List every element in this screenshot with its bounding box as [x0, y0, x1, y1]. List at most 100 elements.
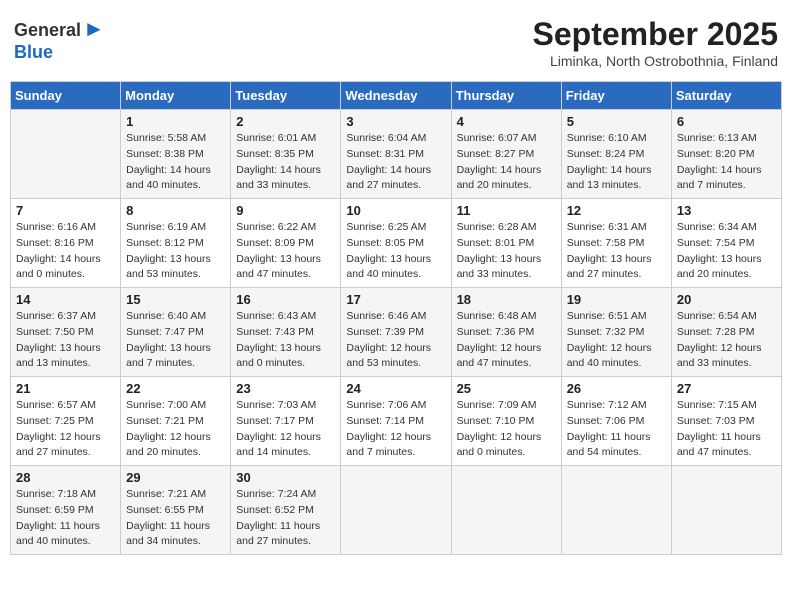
calendar-cell: 16Sunrise: 6:43 AM Sunset: 7:43 PM Dayli…	[231, 288, 341, 377]
calendar-cell: 28 Sunrise: 7:18 AM Sunset: 6:59 PM Dayli…	[11, 466, 121, 555]
day-number: 6	[677, 114, 776, 129]
day-info: Sunrise: 6:13 AM Sunset: 8:20 PM Dayligh…	[677, 131, 776, 194]
calendar-cell: 1 Sunrise: 5:58 AM Sunset: 8:38 PM Daylig…	[121, 110, 231, 199]
day-info: Sunrise: 6:22 AM Sunset: 8:09 PM Dayligh…	[236, 220, 335, 283]
calendar-cell: 2 Sunrise: 6:01 AM Sunset: 8:35 PM Daylig…	[231, 110, 341, 199]
calendar-cell: 14Sunrise: 6:37 AM Sunset: 7:50 PM Dayli…	[11, 288, 121, 377]
weekday-header-saturday: Saturday	[671, 82, 781, 110]
calendar-cell: 7 Sunrise: 6:16 AM Sunset: 8:16 PM Daylig…	[11, 199, 121, 288]
calendar-cell: 18 Sunrise: 6:48 AM Sunset: 7:36 PM Dayli…	[451, 288, 561, 377]
day-number: 18	[457, 292, 556, 307]
day-number: 21	[16, 381, 115, 396]
day-number: 4	[457, 114, 556, 129]
day-number: 19	[567, 292, 666, 307]
calendar-week-5: 28 Sunrise: 7:18 AM Sunset: 6:59 PM Dayli…	[11, 466, 782, 555]
day-info: Sunrise: 6:10 AM Sunset: 8:24 PM Dayligh…	[567, 131, 666, 194]
day-number: 11	[457, 203, 556, 218]
day-number: 7	[16, 203, 115, 218]
day-info: Sunrise: 6:01 AM Sunset: 8:35 PM Dayligh…	[236, 131, 335, 194]
day-number: 24	[346, 381, 445, 396]
day-number: 9	[236, 203, 335, 218]
day-info: Sunrise: 6:48 AM Sunset: 7:36 PM Dayligh…	[457, 309, 556, 372]
calendar-cell	[561, 466, 671, 555]
day-info: Sunrise: 6:51 AM Sunset: 7:32 PM Dayligh…	[567, 309, 666, 372]
calendar-week-2: 7 Sunrise: 6:16 AM Sunset: 8:16 PM Daylig…	[11, 199, 782, 288]
day-number: 17	[346, 292, 445, 307]
logo-general: General	[14, 20, 81, 40]
calendar-cell: 25 Sunrise: 7:09 AM Sunset: 7:10 PM Dayli…	[451, 377, 561, 466]
location-title: Liminka, North Ostrobothnia, Finland	[533, 53, 778, 69]
day-number: 8	[126, 203, 225, 218]
day-info: Sunrise: 7:18 AM Sunset: 6:59 PM Dayligh…	[16, 487, 115, 550]
day-info: Sunrise: 7:03 AM Sunset: 7:17 PM Dayligh…	[236, 398, 335, 461]
calendar-week-3: 14Sunrise: 6:37 AM Sunset: 7:50 PM Dayli…	[11, 288, 782, 377]
calendar-cell: 15 Sunrise: 6:40 AM Sunset: 7:47 PM Dayli…	[121, 288, 231, 377]
day-info: Sunrise: 6:07 AM Sunset: 8:27 PM Dayligh…	[457, 131, 556, 194]
day-number: 15	[126, 292, 225, 307]
title-block: September 2025 Liminka, North Ostrobothn…	[533, 16, 778, 69]
day-number: 3	[346, 114, 445, 129]
calendar-cell	[11, 110, 121, 199]
page-header: General► Blue September 2025 Liminka, No…	[10, 10, 782, 75]
day-info: Sunrise: 6:31 AM Sunset: 7:58 PM Dayligh…	[567, 220, 666, 283]
calendar-cell: 27Sunrise: 7:15 AM Sunset: 7:03 PM Dayli…	[671, 377, 781, 466]
calendar-cell: 8 Sunrise: 6:19 AM Sunset: 8:12 PM Daylig…	[121, 199, 231, 288]
calendar-cell: 10 Sunrise: 6:25 AM Sunset: 8:05 PM Dayli…	[341, 199, 451, 288]
day-number: 23	[236, 381, 335, 396]
logo-bird-icon: ►	[83, 16, 105, 41]
day-info: Sunrise: 6:57 AM Sunset: 7:25 PM Dayligh…	[16, 398, 115, 461]
calendar-cell: 23 Sunrise: 7:03 AM Sunset: 7:17 PM Dayli…	[231, 377, 341, 466]
day-info: Sunrise: 7:00 AM Sunset: 7:21 PM Dayligh…	[126, 398, 225, 461]
day-number: 20	[677, 292, 776, 307]
calendar-cell	[341, 466, 451, 555]
calendar-cell: 4 Sunrise: 6:07 AM Sunset: 8:27 PM Daylig…	[451, 110, 561, 199]
calendar-cell: 13 Sunrise: 6:34 AM Sunset: 7:54 PM Dayli…	[671, 199, 781, 288]
calendar-cell	[451, 466, 561, 555]
day-number: 14	[16, 292, 115, 307]
day-info: Sunrise: 7:09 AM Sunset: 7:10 PM Dayligh…	[457, 398, 556, 461]
calendar-cell: 29 Sunrise: 7:21 AM Sunset: 6:55 PM Dayli…	[121, 466, 231, 555]
calendar-week-1: 1 Sunrise: 5:58 AM Sunset: 8:38 PM Daylig…	[11, 110, 782, 199]
day-info: Sunrise: 7:21 AM Sunset: 6:55 PM Dayligh…	[126, 487, 225, 550]
calendar-week-4: 21 Sunrise: 6:57 AM Sunset: 7:25 PM Dayli…	[11, 377, 782, 466]
calendar-cell: 17Sunrise: 6:46 AM Sunset: 7:39 PM Dayli…	[341, 288, 451, 377]
calendar-cell: 21 Sunrise: 6:57 AM Sunset: 7:25 PM Dayli…	[11, 377, 121, 466]
calendar-cell: 20 Sunrise: 6:54 AM Sunset: 7:28 PM Dayli…	[671, 288, 781, 377]
day-info: Sunrise: 6:19 AM Sunset: 8:12 PM Dayligh…	[126, 220, 225, 283]
day-info: Sunrise: 7:12 AM Sunset: 7:06 PM Dayligh…	[567, 398, 666, 461]
day-number: 13	[677, 203, 776, 218]
day-info: Sunrise: 6:54 AM Sunset: 7:28 PM Dayligh…	[677, 309, 776, 372]
day-number: 25	[457, 381, 556, 396]
calendar-table: SundayMondayTuesdayWednesdayThursdayFrid…	[10, 81, 782, 555]
calendar-cell: 19 Sunrise: 6:51 AM Sunset: 7:32 PM Dayli…	[561, 288, 671, 377]
weekday-header-tuesday: Tuesday	[231, 82, 341, 110]
day-number: 26	[567, 381, 666, 396]
day-number: 29	[126, 470, 225, 485]
day-number: 2	[236, 114, 335, 129]
day-info: Sunrise: 7:24 AM Sunset: 6:52 PM Dayligh…	[236, 487, 335, 550]
day-info: Sunrise: 7:15 AM Sunset: 7:03 PM Dayligh…	[677, 398, 776, 461]
day-number: 5	[567, 114, 666, 129]
calendar-cell: 9 Sunrise: 6:22 AM Sunset: 8:09 PM Daylig…	[231, 199, 341, 288]
day-number: 12	[567, 203, 666, 218]
day-number: 16	[236, 292, 335, 307]
logo-blue: Blue	[14, 42, 53, 62]
day-info: Sunrise: 6:16 AM Sunset: 8:16 PM Dayligh…	[16, 220, 115, 283]
day-number: 30	[236, 470, 335, 485]
day-number: 28	[16, 470, 115, 485]
day-number: 22	[126, 381, 225, 396]
day-info: Sunrise: 6:28 AM Sunset: 8:01 PM Dayligh…	[457, 220, 556, 283]
calendar-cell: 26 Sunrise: 7:12 AM Sunset: 7:06 PM Dayli…	[561, 377, 671, 466]
calendar-cell	[671, 466, 781, 555]
day-info: Sunrise: 6:34 AM Sunset: 7:54 PM Dayligh…	[677, 220, 776, 283]
logo: General► Blue	[14, 16, 105, 63]
weekday-header-wednesday: Wednesday	[341, 82, 451, 110]
day-number: 1	[126, 114, 225, 129]
day-info: Sunrise: 5:58 AM Sunset: 8:38 PM Dayligh…	[126, 131, 225, 194]
calendar-cell: 12 Sunrise: 6:31 AM Sunset: 7:58 PM Dayli…	[561, 199, 671, 288]
calendar-cell: 30 Sunrise: 7:24 AM Sunset: 6:52 PM Dayli…	[231, 466, 341, 555]
day-number: 10	[346, 203, 445, 218]
calendar-cell: 24Sunrise: 7:06 AM Sunset: 7:14 PM Dayli…	[341, 377, 451, 466]
day-info: Sunrise: 6:40 AM Sunset: 7:47 PM Dayligh…	[126, 309, 225, 372]
day-info: Sunrise: 6:25 AM Sunset: 8:05 PM Dayligh…	[346, 220, 445, 283]
